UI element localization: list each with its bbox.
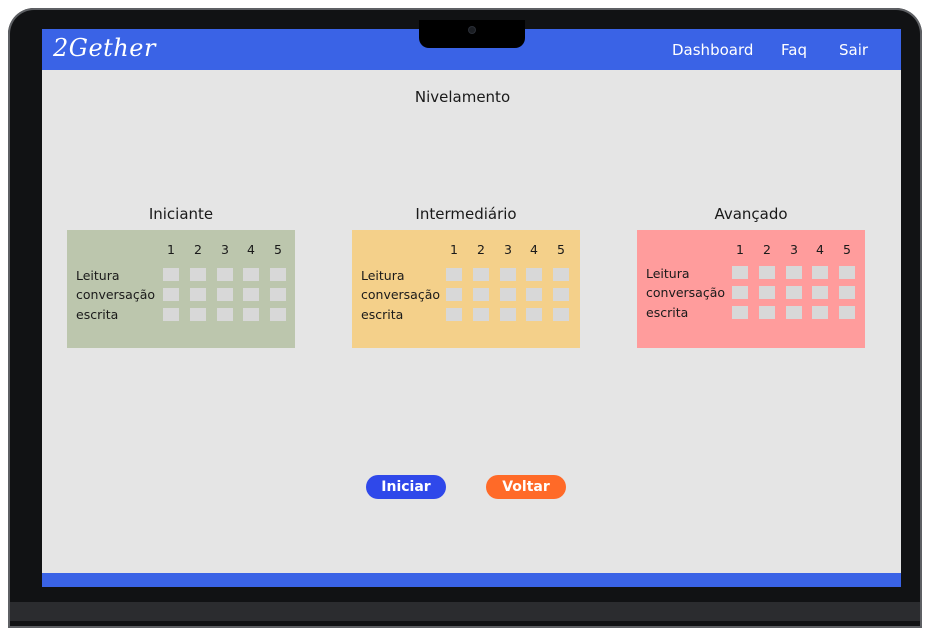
rating-cell[interactable]: [732, 266, 748, 279]
scale-label: 1: [167, 242, 175, 257]
rating-cell[interactable]: [243, 268, 259, 281]
skill-label-conversacao: conversação: [76, 287, 156, 302]
rating-cell[interactable]: [839, 266, 855, 279]
rating-cell[interactable]: [553, 268, 569, 281]
scale-label: 1: [450, 242, 458, 257]
footer-strip: [42, 573, 901, 587]
rating-cell[interactable]: [217, 268, 233, 281]
scale-label: 3: [790, 242, 798, 257]
scale-label: 3: [221, 242, 229, 257]
rating-cell[interactable]: [812, 266, 828, 279]
rating-cell[interactable]: [473, 308, 489, 321]
skill-label-leitura: Leitura: [361, 268, 405, 283]
rating-cell[interactable]: [759, 286, 775, 299]
app-logo[interactable]: 2Gether: [53, 34, 156, 62]
rating-cell[interactable]: [163, 268, 179, 281]
rating-cell[interactable]: [500, 308, 516, 321]
nav-dashboard[interactable]: Dashboard: [672, 41, 753, 59]
rating-cell[interactable]: [190, 308, 206, 321]
level-title-intermediario: Intermediário: [415, 205, 517, 223]
rating-cell[interactable]: [812, 306, 828, 319]
scale-label: 1: [736, 242, 744, 257]
level-title-avancado: Avançado: [714, 205, 788, 223]
rating-cell[interactable]: [446, 308, 462, 321]
rating-cell[interactable]: [473, 268, 489, 281]
rating-cell[interactable]: [163, 288, 179, 301]
rating-cell[interactable]: [839, 306, 855, 319]
nav-sair[interactable]: Sair: [839, 41, 868, 59]
scale-label: 4: [530, 242, 538, 257]
nav-faq[interactable]: Faq: [781, 41, 807, 59]
rating-cell[interactable]: [217, 288, 233, 301]
rating-cell[interactable]: [446, 268, 462, 281]
rating-cell[interactable]: [786, 286, 802, 299]
scale-label: 5: [274, 242, 282, 257]
rating-cell[interactable]: [526, 288, 542, 301]
level-title-iniciante: Iniciante: [148, 205, 214, 223]
rating-cell[interactable]: [812, 286, 828, 299]
skill-label-escrita: escrita: [646, 305, 689, 320]
rating-cell[interactable]: [759, 306, 775, 319]
rating-cell[interactable]: [243, 308, 259, 321]
rating-cell[interactable]: [270, 288, 286, 301]
scale-label: 3: [504, 242, 512, 257]
laptop-base: [10, 602, 920, 621]
scale-label: 2: [194, 242, 202, 257]
rating-cell[interactable]: [526, 268, 542, 281]
page-title: Nivelamento: [414, 88, 511, 106]
scale-label: 4: [247, 242, 255, 257]
rating-cell[interactable]: [473, 288, 489, 301]
rating-cell[interactable]: [446, 288, 462, 301]
rating-cell[interactable]: [500, 288, 516, 301]
rating-cell[interactable]: [732, 306, 748, 319]
camera-icon: [469, 27, 475, 33]
rating-cell[interactable]: [553, 308, 569, 321]
skill-label-conversacao: conversação: [361, 287, 441, 302]
rating-cell[interactable]: [190, 268, 206, 281]
back-button[interactable]: Voltar: [486, 475, 566, 499]
rating-cell[interactable]: [217, 308, 233, 321]
rating-cell[interactable]: [270, 268, 286, 281]
rating-cell[interactable]: [270, 308, 286, 321]
rating-cell[interactable]: [500, 268, 516, 281]
rating-cell[interactable]: [526, 308, 542, 321]
skill-label-escrita: escrita: [76, 307, 119, 322]
level-card-intermediario: 1 2 3 4 5 Leitura conversação escrita: [352, 230, 580, 348]
start-button[interactable]: Iniciar: [366, 475, 446, 499]
scale-label: 4: [816, 242, 824, 257]
skill-label-leitura: Leitura: [646, 266, 690, 281]
skill-label-escrita: escrita: [361, 307, 404, 322]
skill-label-leitura: Leitura: [76, 268, 120, 283]
rating-cell[interactable]: [190, 288, 206, 301]
rating-cell[interactable]: [732, 286, 748, 299]
level-card-avancado: 1 2 3 4 5 Leitura conversação escrita: [637, 230, 865, 348]
rating-cell[interactable]: [839, 286, 855, 299]
rating-cell[interactable]: [786, 306, 802, 319]
scale-label: 5: [843, 242, 851, 257]
rating-cell[interactable]: [759, 266, 775, 279]
scale-label: 5: [557, 242, 565, 257]
rating-cell[interactable]: [553, 288, 569, 301]
scale-label: 2: [477, 242, 485, 257]
camera-notch: [419, 20, 525, 48]
scale-label: 2: [763, 242, 771, 257]
rating-cell[interactable]: [786, 266, 802, 279]
level-card-iniciante: 1 2 3 4 5 Leitura conversação escrita: [67, 230, 295, 348]
rating-cell[interactable]: [243, 288, 259, 301]
rating-cell[interactable]: [163, 308, 179, 321]
skill-label-conversacao: conversação: [646, 285, 726, 300]
